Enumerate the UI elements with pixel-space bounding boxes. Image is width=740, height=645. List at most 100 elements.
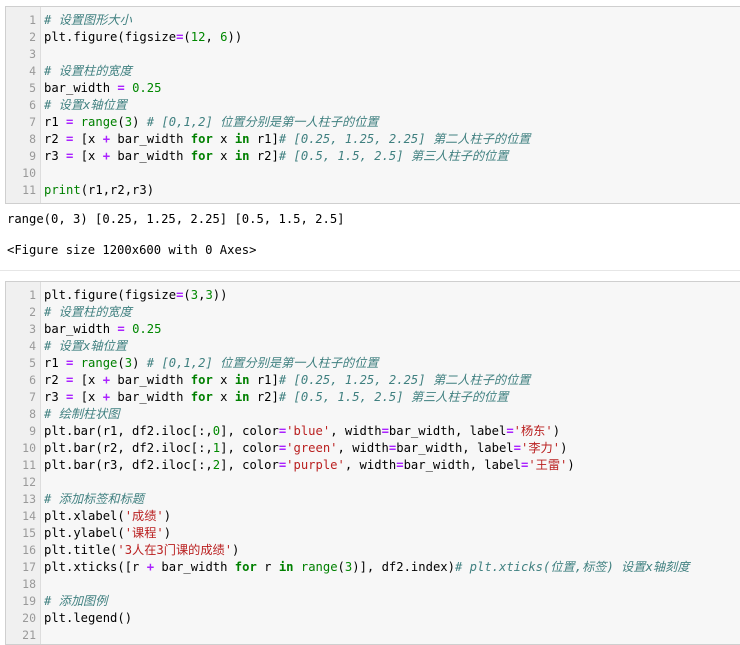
code-token: ( xyxy=(337,560,345,574)
code-line[interactable]: 8 r2 = [x + bar_width for x in r1]# [0.25… xyxy=(6,131,740,148)
code-line[interactable]: 5 bar_width = 0.25 xyxy=(6,80,740,97)
code-text[interactable]: plt.xticks([r + bar_width for r in range… xyxy=(44,559,689,576)
code-text[interactable]: bar_width = 0.25 xyxy=(44,321,161,338)
code-text[interactable]: # 设置图形大小 xyxy=(44,12,132,29)
code-line[interactable]: 6 r2 = [x + bar_width for x in r1]# [0.25… xyxy=(6,372,740,389)
code-line[interactable]: 6 # 设置x轴位置 xyxy=(6,97,740,114)
code-line[interactable]: 7 r3 = [x + bar_width for x in r2]# [0.5,… xyxy=(6,389,740,406)
code-text[interactable]: plt.legend() xyxy=(44,610,132,627)
code-token: x xyxy=(212,373,235,387)
code-text[interactable]: # 设置柱的宽度 xyxy=(44,63,132,80)
code-text[interactable]: r3 = [x + bar_width for x in r2]# [0.5, … xyxy=(44,148,508,165)
code-line[interactable]: 2 # 设置柱的宽度 xyxy=(6,304,740,321)
code-cell-1[interactable]: 1 # 设置图形大小 2 plt.figure(figsize=(12, 6)) 3 4 #… xyxy=(5,6,740,204)
code-token: bar_width xyxy=(44,81,118,95)
code-token: ) xyxy=(163,526,172,540)
code-text[interactable]: plt.ylabel('课程') xyxy=(44,525,171,542)
code-token: '成绩' xyxy=(124,509,164,523)
code-token: + xyxy=(102,132,111,146)
code-line[interactable]: 11 plt.bar(r3, df2.iloc[:,2], color = 'purp… xyxy=(6,457,740,474)
code-text[interactable]: # 添加图例 xyxy=(44,593,107,610)
code-token: , width xyxy=(330,424,382,438)
code-text[interactable]: # 绘制柱状图 xyxy=(44,406,120,423)
code-line[interactable]: 3 bar_width = 0.25 xyxy=(6,321,740,338)
code-text[interactable]: plt.bar(r1, df2.iloc[:,0], color = 'blue',… xyxy=(44,423,560,440)
code-token: 3 xyxy=(124,115,133,129)
code-token: r2] xyxy=(249,149,279,163)
code-line[interactable]: 7 r1 = range(3) # [0,1,2] 位置分别是第一人柱子的位置 xyxy=(6,114,740,131)
code-line[interactable]: 21 xyxy=(6,627,740,644)
code-token: # 绘制柱状图 xyxy=(44,407,120,421)
code-text[interactable]: plt.title('3人在3门课的成绩') xyxy=(44,542,239,559)
code-line[interactable]: 13 # 添加标签和标题 xyxy=(6,491,740,508)
code-editor[interactable]: 1 plt.figure(figsize=(3,3)) 2 # 设置柱的宽度 3 bar_… xyxy=(6,287,740,644)
code-line[interactable]: 11 print(r1,r2,r3) xyxy=(6,182,740,199)
output-divider xyxy=(0,270,740,271)
code-line[interactable]: 8 # 绘制柱状图 xyxy=(6,406,740,423)
code-cell-2[interactable]: 1 plt.figure(figsize=(3,3)) 2 # 设置柱的宽度 3 bar_… xyxy=(5,281,740,645)
code-text[interactable]: r1 = range(3) # [0,1,2] 位置分别是第一人柱子的位置 xyxy=(44,355,379,372)
code-text[interactable]: plt.xlabel('成绩') xyxy=(44,508,171,525)
code-text[interactable]: plt.figure(figsize=(12, 6)) xyxy=(44,29,242,46)
code-text[interactable]: # 添加标签和标题 xyxy=(44,491,144,508)
code-token: # [0.5, 1.5, 2.5] 第三人柱子的位置 xyxy=(278,149,509,163)
code-token: plt.bar(r1, df2.iloc[:, xyxy=(44,424,213,438)
code-line[interactable]: 19 # 添加图例 xyxy=(6,593,740,610)
code-token: ( xyxy=(183,288,191,302)
code-line[interactable]: 9 plt.bar(r1, df2.iloc[:,0], color = 'blue'… xyxy=(6,423,740,440)
code-line[interactable]: 4 # 设置x轴位置 xyxy=(6,338,740,355)
code-token: + xyxy=(146,560,155,574)
code-line[interactable]: 14 plt.xlabel('成绩') xyxy=(6,508,740,525)
code-text[interactable]: r2 = [x + bar_width for x in r1]# [0.25,… xyxy=(44,372,530,389)
code-line[interactable]: 18 xyxy=(6,576,740,593)
code-token: r3 xyxy=(44,390,67,404)
code-line[interactable]: 15 plt.ylabel('课程') xyxy=(6,525,740,542)
code-text[interactable]: plt.bar(r3, df2.iloc[:,2], color = 'purple… xyxy=(44,457,575,474)
code-line[interactable]: 20 plt.legend() xyxy=(6,610,740,627)
code-token: ], color xyxy=(220,424,279,438)
code-line[interactable]: 12 xyxy=(6,474,740,491)
code-line[interactable]: 1 plt.figure(figsize=(3,3)) xyxy=(6,287,740,304)
code-token: bar_width, label xyxy=(403,458,521,472)
code-token: , width xyxy=(344,458,397,472)
code-editor[interactable]: 1 # 设置图形大小 2 plt.figure(figsize=(12, 6)) 3 4 #… xyxy=(6,12,740,199)
code-token: for xyxy=(190,373,213,387)
code-text[interactable]: # 设置柱的宽度 xyxy=(44,304,132,321)
code-line[interactable]: 4 # 设置柱的宽度 xyxy=(6,63,740,80)
code-text[interactable]: r1 = range(3) # [0,1,2] 位置分别是第一人柱子的位置 xyxy=(44,114,379,131)
code-text[interactable]: plt.bar(r2, df2.iloc[:,1], color = 'green'… xyxy=(44,440,567,457)
code-line[interactable]: 1 # 设置图形大小 xyxy=(6,12,740,29)
line-number: 21 xyxy=(22,628,36,642)
code-line[interactable]: 3 xyxy=(6,46,740,63)
code-token: , xyxy=(205,30,221,44)
code-text[interactable]: bar_width = 0.25 xyxy=(44,80,161,97)
line-number: 10 xyxy=(22,441,36,455)
code-token: # 设置图形大小 xyxy=(44,13,132,27)
code-text[interactable]: plt.figure(figsize=(3,3)) xyxy=(44,287,227,304)
code-text[interactable]: r3 = [x + bar_width for x in r2]# [0.5, … xyxy=(44,389,508,406)
code-line[interactable]: 2 plt.figure(figsize=(12, 6)) xyxy=(6,29,740,46)
code-token: plt.figure(figsize xyxy=(44,30,177,44)
code-line[interactable]: 10 plt.bar(r2, df2.iloc[:,1], color = 'gree… xyxy=(6,440,740,457)
code-token: 1 xyxy=(212,441,221,455)
code-line[interactable]: 10 xyxy=(6,165,740,182)
code-text[interactable]: # 设置x轴位置 xyxy=(44,97,127,114)
code-token: '课程' xyxy=(124,526,164,540)
code-token: ( xyxy=(183,30,191,44)
code-token: ) xyxy=(132,115,147,129)
code-token: ) xyxy=(552,424,561,438)
cell-output-stdout: range(0, 3) [0.25, 1.25, 2.25] [0.5, 1.5… xyxy=(7,212,345,226)
code-token: ], color xyxy=(220,458,279,472)
code-token: plt.xlabel( xyxy=(44,509,125,523)
code-token: x xyxy=(212,390,235,404)
code-token: [x xyxy=(73,390,103,404)
code-token: 'blue' xyxy=(286,424,331,438)
code-line[interactable]: 17 plt.xticks([r + bar_width for r in ran… xyxy=(6,559,740,576)
code-line[interactable]: 9 r3 = [x + bar_width for x in r2]# [0.5,… xyxy=(6,148,740,165)
code-line[interactable]: 16 plt.title('3人在3门课的成绩') xyxy=(6,542,740,559)
code-token: for xyxy=(234,560,257,574)
code-text[interactable]: print(r1,r2,r3) xyxy=(44,182,154,199)
code-line[interactable]: 5 r1 = range(3) # [0,1,2] 位置分别是第一人柱子的位置 xyxy=(6,355,740,372)
code-text[interactable]: r2 = [x + bar_width for x in r1]# [0.25,… xyxy=(44,131,530,148)
code-text[interactable]: # 设置x轴位置 xyxy=(44,338,127,355)
